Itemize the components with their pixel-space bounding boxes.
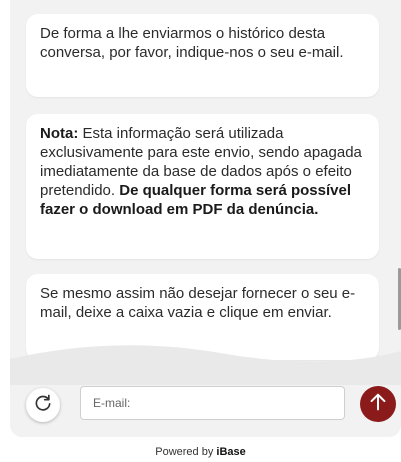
footer-prefix: Powered by [155,446,217,458]
refresh-button[interactable] [26,388,60,422]
chat-panel: De forma a lhe enviarmos o histórico des… [10,0,401,437]
bot-message-note: Nota: Esta informação será utilizada exc… [26,114,379,259]
note-label: Nota: [40,125,79,142]
powered-by-footer: Powered by iBase [0,446,401,458]
message-text: De forma a lhe enviarmos o histórico des… [40,25,344,61]
bot-message-email-request: De forma a lhe enviarmos o histórico des… [26,14,379,97]
decorative-wave [10,345,401,385]
input-bar [10,380,401,437]
send-button[interactable] [360,386,396,422]
arrow-up-icon [367,391,389,418]
refresh-icon [33,393,53,418]
message-text: Se mesmo assim não desejar fornecer o se… [40,285,356,321]
footer-brand[interactable]: iBase [216,446,245,458]
email-field[interactable] [80,386,345,420]
